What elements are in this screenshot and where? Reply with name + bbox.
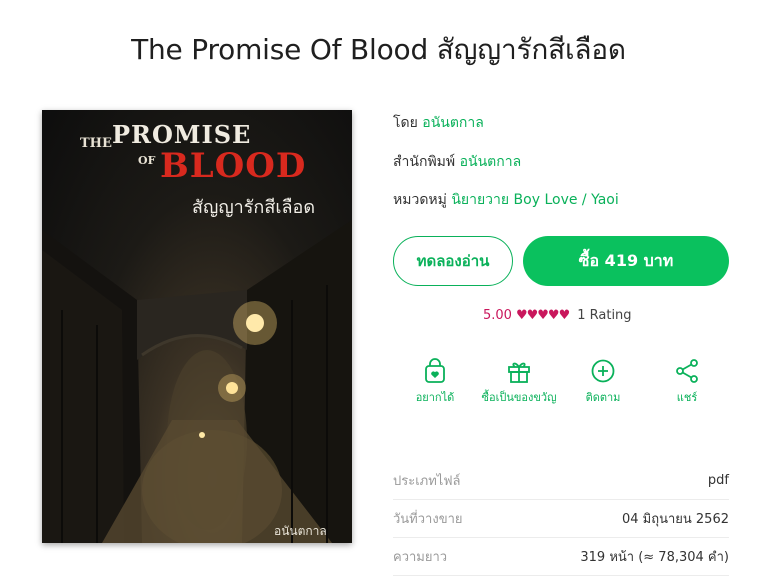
author-row: โดย อนันตกาล bbox=[393, 112, 484, 134]
cover-title-promise: PROMISE bbox=[112, 120, 252, 149]
category-label: หมวดหมู่ bbox=[393, 192, 447, 208]
book-title: The Promise Of Blood สัญญารักสีเลือด bbox=[131, 33, 626, 66]
category-row: หมวดหมู่ นิยายวาย Boy Love / Yaoi bbox=[393, 189, 619, 211]
publisher-link[interactable]: อนันตกาล bbox=[460, 154, 522, 170]
try-read-button[interactable]: ทดลองอ่าน bbox=[393, 236, 513, 286]
detail-row-length: ความยาว 319 หน้า (≈ 78,304 คำ) bbox=[393, 538, 729, 576]
cover-title-of: OF bbox=[138, 154, 156, 167]
author-link[interactable]: อนันตกาล bbox=[422, 115, 484, 131]
detail-value: 319 หน้า (≈ 78,304 คำ) bbox=[580, 550, 729, 565]
gift-label: ซื้อเป็นของขวัญ bbox=[481, 391, 557, 404]
gift-icon bbox=[508, 362, 530, 383]
cover-title-blood: BLOOD bbox=[160, 146, 307, 186]
detail-value: 04 มิถุนายน 2562 bbox=[621, 512, 729, 527]
detail-row-release-date: วันที่วางขาย 04 มิถุนายน 2562 bbox=[393, 500, 729, 538]
wishlist-button[interactable]: อยากได้ bbox=[390, 358, 480, 406]
follow-button[interactable]: ติดตาม bbox=[558, 358, 648, 406]
rating-hearts-icon: ♥♥♥♥♥ bbox=[515, 308, 570, 323]
gift-button[interactable]: ซื้อเป็นของขวัญ bbox=[474, 358, 564, 406]
wishlist-label: อยากได้ bbox=[415, 391, 455, 404]
publisher-row: สำนักพิมพ์ อนันตกาล bbox=[393, 151, 521, 173]
cover-title-the: THE bbox=[80, 136, 112, 151]
rating-summary[interactable]: 5.00 ♥♥♥♥♥ 1 Rating bbox=[483, 308, 632, 323]
detail-row-file-type: ประเภทไฟล์ pdf bbox=[393, 462, 729, 500]
follow-label: ติดตาม bbox=[585, 391, 621, 404]
category-link[interactable]: นิยายวาย Boy Love / Yaoi bbox=[451, 192, 618, 208]
book-details-table: ประเภทไฟล์ pdf วันที่วางขาย 04 มิถุนายน … bbox=[393, 462, 729, 576]
detail-value: pdf bbox=[707, 473, 729, 488]
rating-score: 5.00 bbox=[483, 308, 512, 323]
share-icon bbox=[676, 359, 698, 383]
detail-label: วันที่วางขาย bbox=[393, 512, 463, 527]
publisher-label: สำนักพิมพ์ bbox=[393, 154, 456, 170]
share-button[interactable]: แชร์ bbox=[642, 358, 732, 406]
plus-circle-icon bbox=[591, 359, 615, 383]
author-label: โดย bbox=[393, 115, 418, 131]
book-cover-image[interactable]: THE PROMISE OF BLOOD สัญญารักสีเลือด อนั… bbox=[42, 110, 352, 543]
share-label: แชร์ bbox=[676, 391, 698, 404]
rating-count: 1 Rating bbox=[577, 308, 632, 323]
cover-author: อนันตกาล bbox=[274, 524, 327, 538]
wishlist-bag-icon bbox=[425, 358, 445, 383]
cover-thai-title: สัญญารักสีเลือด bbox=[192, 197, 316, 218]
detail-label: ความยาว bbox=[393, 550, 448, 565]
buy-button[interactable]: ซื้อ 419 บาท bbox=[523, 236, 729, 286]
detail-label: ประเภทไฟล์ bbox=[393, 474, 461, 489]
action-bar: อยากได้ ซื้อเป็นของขวัญ ติดตาม แชร์ bbox=[393, 358, 729, 406]
